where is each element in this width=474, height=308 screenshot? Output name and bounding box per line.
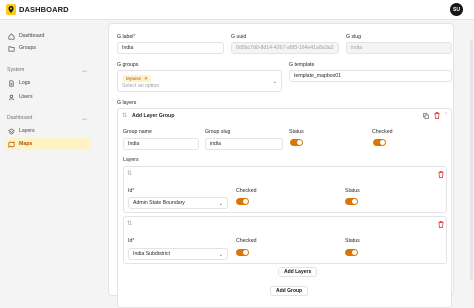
delete-icon[interactable] [434,112,440,119]
drag-handle-icon[interactable]: ⇅ [122,112,127,119]
sidebar-section-system[interactable]: System ︿ [7,67,87,74]
drag-handle-icon[interactable]: ⇅ [127,170,132,177]
sidebar-item-label: Groups [19,45,37,51]
group-name-input[interactable]: India [123,138,199,150]
user-icon [8,94,15,100]
group-slug-input[interactable]: india [205,138,283,150]
checked-toggle[interactable] [373,139,386,146]
map-icon [8,140,15,148]
group-tag-label: Mywise [126,76,142,81]
chevron-down-icon: ⌄ [218,252,223,258]
g-template-label: G template [289,62,315,68]
layers-label: Layers [123,157,139,163]
folder-icon [8,45,15,51]
layer-card: ⇅ Id* Admin State Boundary ⌄ Checked Sta… [123,166,447,213]
add-layers-button[interactable]: Add Layers [278,267,318,277]
collapse-icon[interactable]: ⌃ [444,112,448,118]
layer-status-toggle[interactable] [345,249,358,256]
sidebar-item-dashboard[interactable]: Dashboard [5,30,91,42]
delete-icon[interactable] [438,221,444,228]
layer-checked-toggle[interactable] [236,198,249,205]
layer-id-select[interactable]: Admin State Boundary ⌄ [128,197,228,209]
user-avatar[interactable]: SU [450,3,463,16]
sidebar-item-groups[interactable]: Groups [5,42,91,54]
top-bar: DASHBOARD SU [0,0,474,20]
layer-status-label: Status [345,238,360,244]
g-label-label: G label* [117,34,136,40]
g-slug-label: G slug [346,34,361,40]
groups-placeholder: Select an option [122,83,160,89]
sidebar-item-logs[interactable]: Logs [5,77,91,89]
page-scrollbar[interactable] [470,40,473,280]
document-icon [9,80,14,86]
sidebar-section-dashboard[interactable]: Dashboard ︿ [7,115,87,122]
delete-icon[interactable] [438,171,444,178]
home-icon [8,32,15,39]
checked-label: Checked [372,129,393,135]
add-group-button[interactable]: Add Group [270,286,309,296]
section-title: Dashboard [7,115,33,121]
sidebar-item-label: Dashboard [19,33,45,39]
status-label: Status [289,129,304,135]
chevron-up-icon: ︿ [81,68,87,74]
layer-status-label: Status [345,188,360,194]
sidebar-item-label: Maps [19,141,33,147]
layer-checked-label: Checked [236,238,257,244]
g-uuid-label: G uuid [231,34,247,40]
chevron-down-icon: ⌄ [272,79,277,85]
section-title: System [7,67,25,73]
g-groups-label: G groups [117,62,139,68]
layer-group-card: ⇅ Add Layer Group ⌃ Group name India Gro… [117,108,452,308]
app-title: DASHBOARD [19,5,69,14]
layer-id-label: Id* [128,188,135,194]
layer-status-toggle[interactable] [345,198,358,205]
chevron-up-icon: ︿ [81,116,87,122]
g-layers-label: G layers [117,100,137,106]
drag-handle-icon[interactable]: ⇅ [127,220,132,227]
g-label-input[interactable]: India [117,42,224,54]
layer-checked-toggle[interactable] [236,249,249,256]
layer-id-select[interactable]: India Subdistrict ⌄ [128,248,228,260]
sidebar-item-label: Logs [19,80,31,86]
map-pin-logo-icon [6,4,16,15]
sidebar-item-maps[interactable]: Maps [5,138,91,150]
g-uuid-input: 0d5bc7d0-8d14-4267-a8f3-164e41a8a3a2 [231,42,339,54]
layers-icon [8,127,15,135]
g-template-input[interactable]: template_mapbox01 [289,70,452,82]
layer-card: ⇅ Id* India Subdistrict ⌄ Checked Status [123,216,447,264]
sidebar: Dashboard Groups System ︿ Logs Users Das… [0,20,96,296]
status-toggle[interactable] [290,139,303,146]
sidebar-item-layers[interactable]: Layers [5,125,91,137]
group-name-label: Group name [123,129,152,135]
map-edit-form: G label* India G uuid 0d5bc7d0-8d14-4267… [108,23,454,308]
group-tag: Mywise ✕ [123,75,151,82]
chevron-down-icon: ⌄ [218,201,223,207]
sidebar-item-users[interactable]: Users [5,91,91,103]
layer-checked-label: Checked [236,188,257,194]
sidebar-item-label: Users [19,94,33,100]
remove-tag-icon[interactable]: ✕ [144,76,148,82]
g-slug-input: india [346,42,452,54]
g-groups-select[interactable]: Mywise ✕ Select an option ⌄ [117,70,282,92]
layer-group-header: Add Layer Group [132,113,175,119]
clone-icon[interactable] [423,113,429,119]
sidebar-item-label: Layers [19,128,35,134]
layer-id-label: Id* [128,238,135,244]
group-slug-label: Group slug [205,129,231,135]
